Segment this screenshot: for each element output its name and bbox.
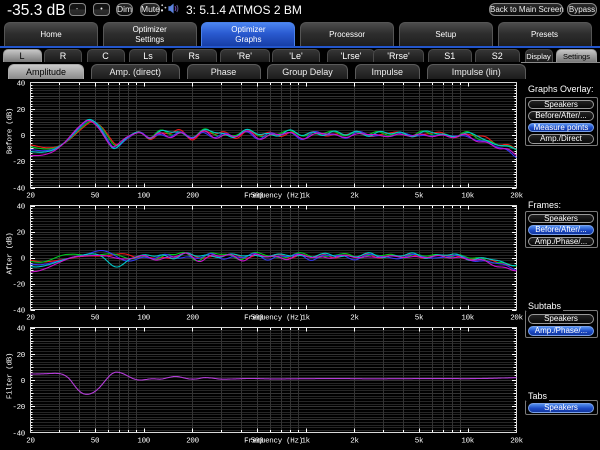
svg-text:Filter (dB): Filter (dB) [7,353,15,399]
svg-text:0: 0 [21,378,26,386]
svg-text:10k: 10k [461,315,474,323]
svg-text:-20: -20 [12,404,25,412]
svg-text:-40: -40 [12,431,25,439]
svg-text:Frequency (Hz): Frequency (Hz) [244,315,303,323]
svg-text:After (dB): After (dB) [7,232,15,274]
svg-text:10k: 10k [461,438,474,446]
svg-text:-20: -20 [12,159,25,167]
svg-text:-40: -40 [12,186,25,194]
svg-text:20: 20 [17,230,26,238]
svg-text:-40: -40 [12,308,25,316]
svg-text:200: 200 [186,193,199,201]
svg-text:100: 100 [137,315,150,323]
svg-text:0: 0 [21,256,26,264]
svg-text:20k: 20k [510,193,523,201]
svg-text:40: 40 [17,204,26,212]
svg-text:2k: 2k [350,438,359,446]
svg-text:10k: 10k [461,193,474,201]
svg-text:20: 20 [17,352,26,360]
svg-text:2k: 2k [350,193,359,201]
svg-text:40: 40 [17,326,26,334]
svg-text:0: 0 [21,133,26,141]
svg-text:20: 20 [17,107,26,115]
svg-text:2k: 2k [350,315,359,323]
svg-text:20: 20 [26,438,35,446]
svg-text:50: 50 [91,193,100,201]
svg-text:Frequency (Hz): Frequency (Hz) [244,438,303,446]
svg-text:200: 200 [186,438,199,446]
svg-text:5k: 5k [415,315,424,323]
svg-text:20: 20 [26,315,35,323]
svg-text:Before (dB): Before (dB) [7,108,15,154]
svg-text:5k: 5k [415,438,424,446]
svg-text:40: 40 [17,81,26,89]
svg-text:50: 50 [91,438,100,446]
svg-text:200: 200 [186,315,199,323]
svg-text:-20: -20 [12,282,25,290]
svg-text:100: 100 [137,193,150,201]
svg-text:100: 100 [137,438,150,446]
svg-text:Frequency (Hz): Frequency (Hz) [244,193,303,201]
svg-text:50: 50 [91,315,100,323]
svg-text:20k: 20k [510,315,523,323]
svg-text:20k: 20k [510,438,523,446]
svg-text:20: 20 [26,193,35,201]
svg-text:5k: 5k [415,193,424,201]
